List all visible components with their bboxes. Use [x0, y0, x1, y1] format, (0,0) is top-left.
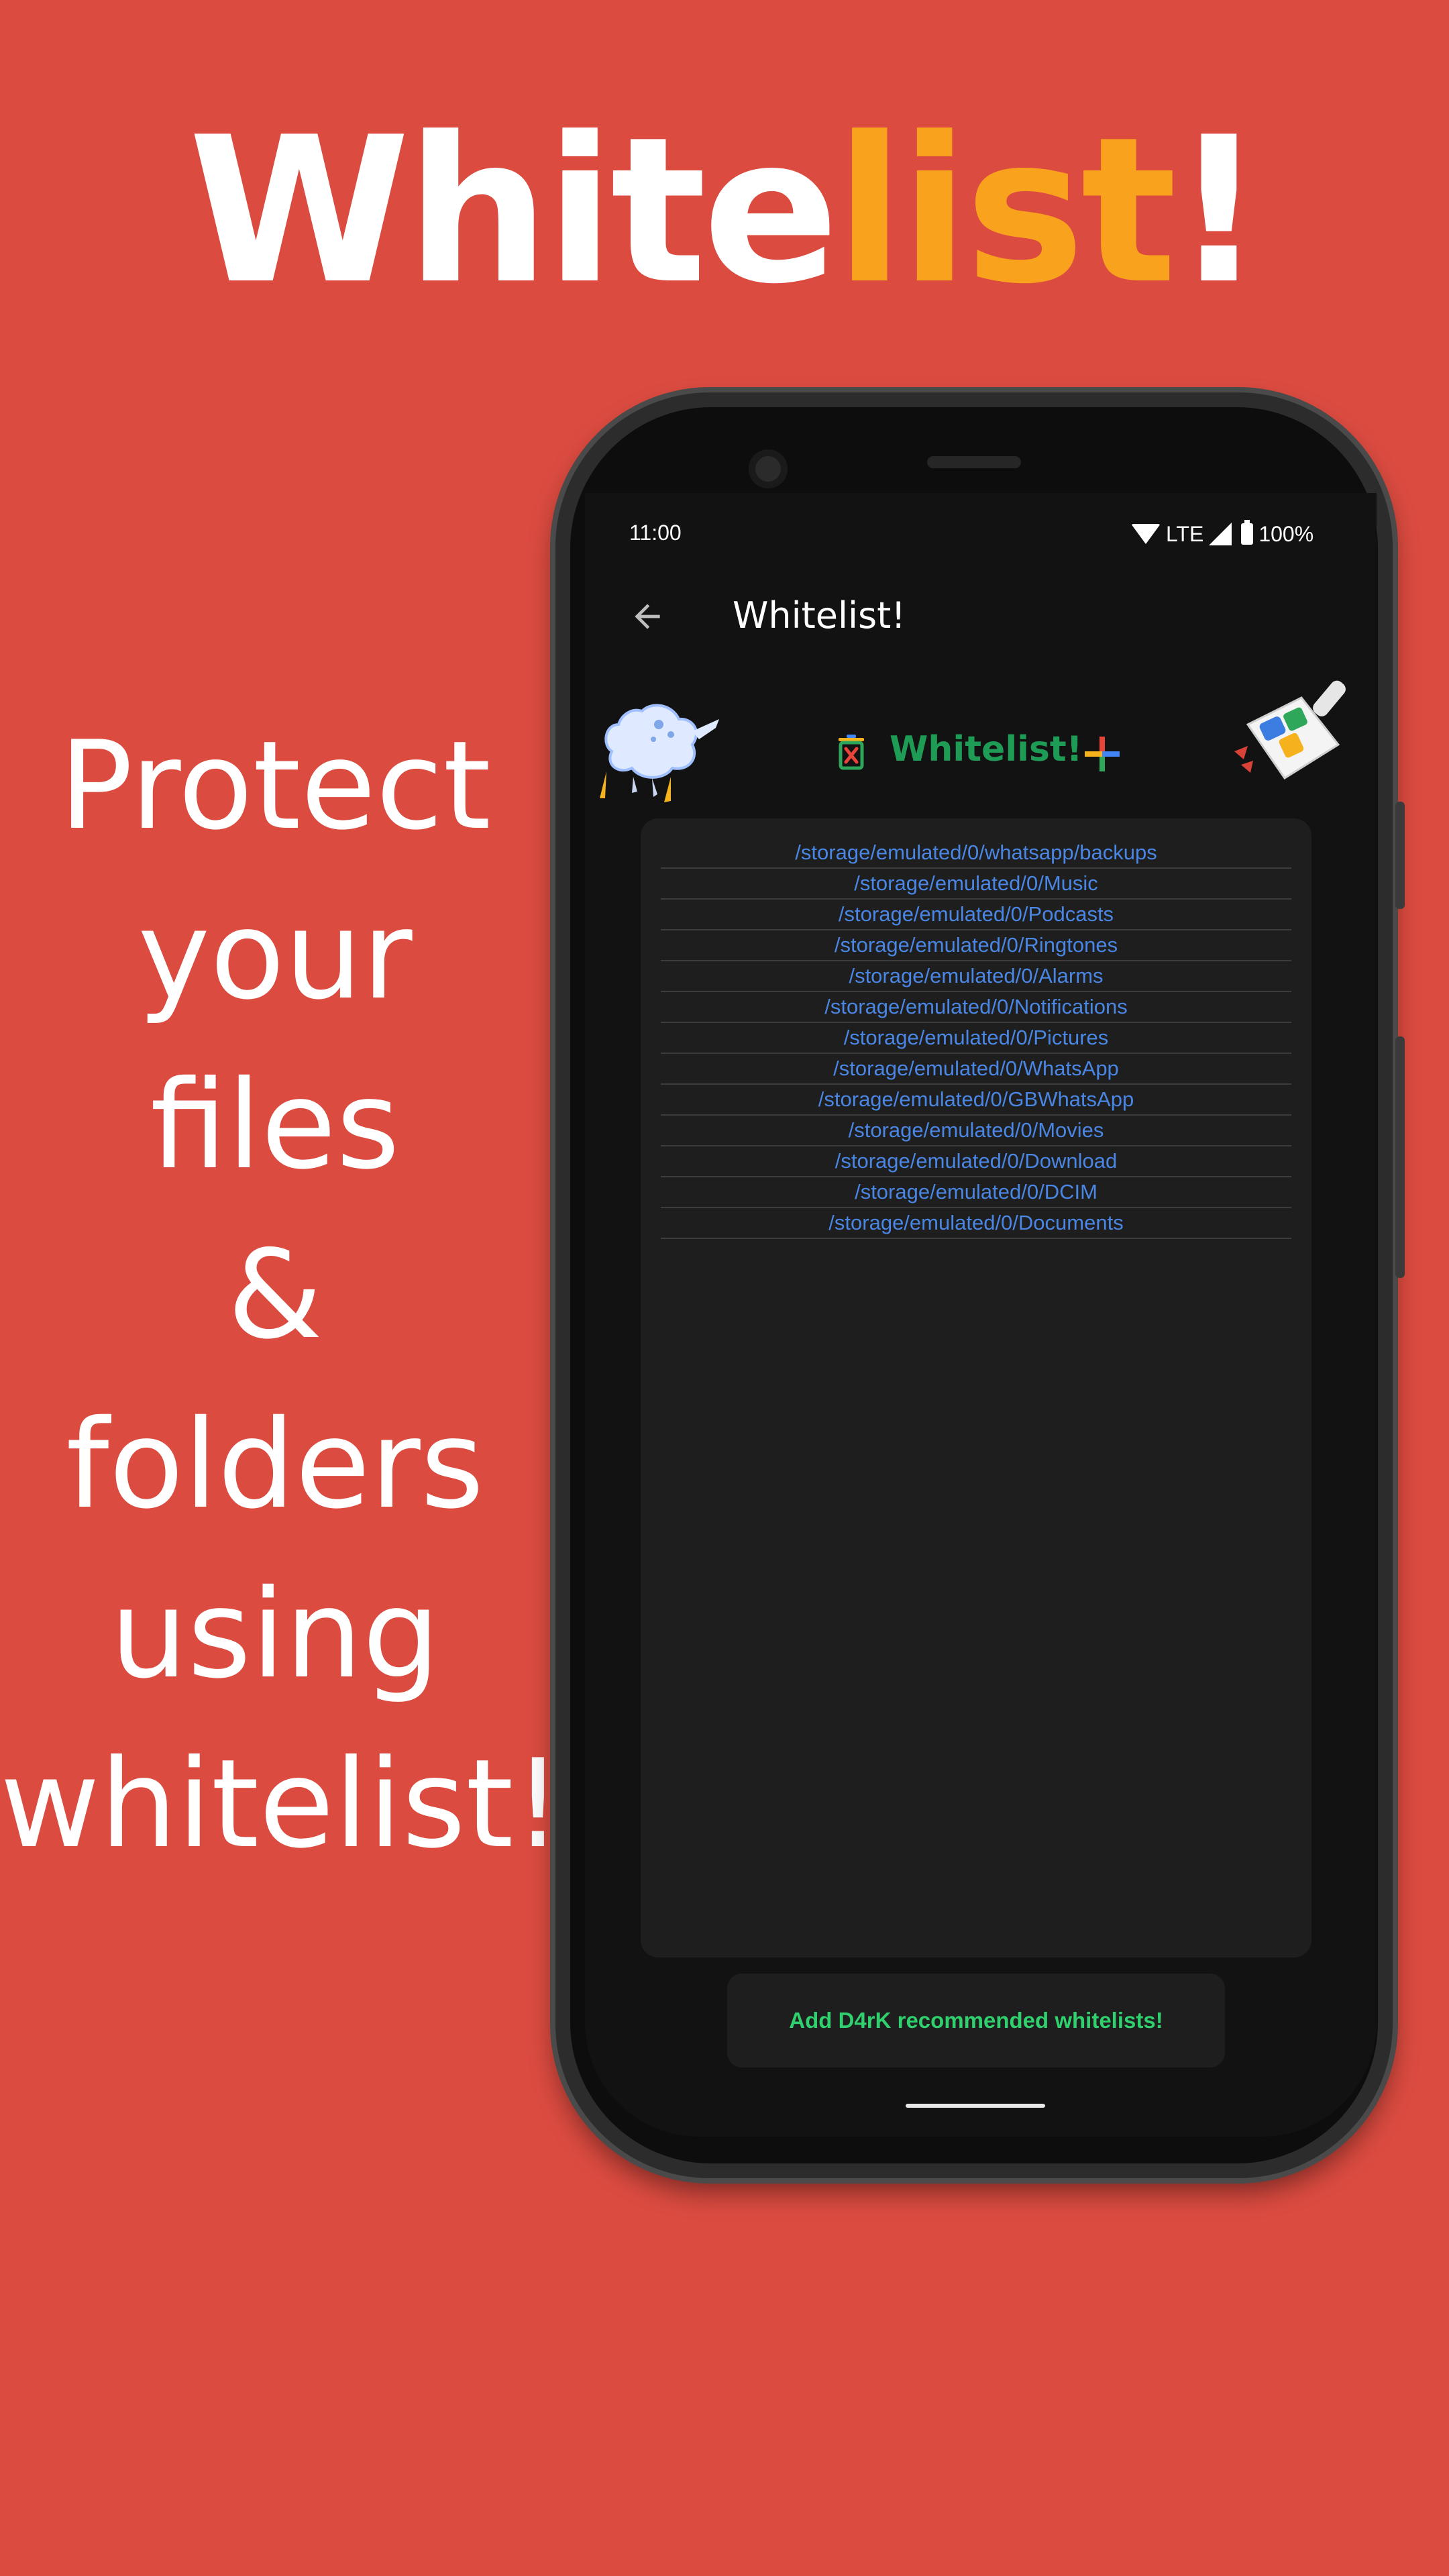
battery-icon — [1241, 520, 1254, 545]
promo-headline: Whitelist! — [0, 111, 1449, 312]
front-camera — [749, 449, 788, 488]
promo-tagline: Protect your files & folders using white… — [0, 701, 563, 1889]
back-button[interactable] — [624, 593, 671, 640]
network-label: LTE — [1166, 521, 1204, 546]
whitelist-paths-list: /storage/emulated/0/whatsapp/backups /st… — [661, 838, 1291, 1239]
headline-accent: list — [835, 94, 1177, 328]
list-item[interactable]: /storage/emulated/0/Download — [661, 1146, 1291, 1177]
headline-main: White — [188, 94, 839, 328]
tagline-line: folders — [66, 1393, 484, 1536]
jellyfish-cloud-icon — [600, 704, 719, 802]
home-indicator[interactable] — [906, 2104, 1045, 2108]
list-item[interactable]: /storage/emulated/0/Music — [661, 869, 1291, 900]
list-item[interactable]: /storage/emulated/0/Documents — [661, 1208, 1291, 1239]
trash-icon[interactable] — [835, 734, 868, 770]
list-item[interactable]: /storage/emulated/0/Podcasts — [661, 900, 1291, 930]
status-time: 11:00 — [629, 521, 682, 545]
arrow-back-icon — [635, 604, 660, 629]
list-item[interactable]: /storage/emulated/0/DCIM — [661, 1177, 1291, 1208]
phone-power-button — [1395, 802, 1405, 909]
app-bar-title: Whitelist! — [733, 594, 906, 637]
tagline-line: Protect — [59, 714, 491, 857]
add-recommended-whitelists-button[interactable]: Add D4rK recommended whitelists! — [727, 1974, 1225, 2068]
tagline-line: & — [227, 1224, 323, 1366]
signal-icon — [1209, 523, 1232, 545]
tagline-line: your — [138, 884, 413, 1026]
tagline-line: whitelist! — [0, 1733, 563, 1875]
wifi-icon — [1131, 524, 1161, 544]
tagline-line: using — [110, 1563, 440, 1705]
list-item[interactable]: /storage/emulated/0/WhatsApp — [661, 1054, 1291, 1085]
status-icons: LTE 100% — [1131, 520, 1314, 547]
phone-volume-button — [1395, 1036, 1405, 1278]
list-item[interactable]: /storage/emulated/0/Ringtones — [661, 930, 1291, 961]
list-item[interactable]: /storage/emulated/0/Pictures — [661, 1023, 1291, 1054]
cleaner-brush-icon — [1234, 680, 1346, 780]
battery-level: 100% — [1258, 521, 1314, 546]
list-item[interactable]: /storage/emulated/0/Notifications — [661, 992, 1291, 1023]
list-item[interactable]: /storage/emulated/0/GBWhatsApp — [661, 1085, 1291, 1116]
list-item[interactable]: /storage/emulated/0/Movies — [661, 1116, 1291, 1146]
whitelist-title: Whitelist! — [890, 729, 1083, 769]
list-item[interactable]: /storage/emulated/0/Alarms — [661, 961, 1291, 992]
earpiece-speaker — [927, 456, 1021, 468]
headline-end: ! — [1173, 94, 1265, 328]
tagline-line: files — [150, 1054, 400, 1196]
list-item[interactable]: /storage/emulated/0/whatsapp/backups — [661, 838, 1291, 869]
plus-icon[interactable] — [1082, 734, 1122, 774]
